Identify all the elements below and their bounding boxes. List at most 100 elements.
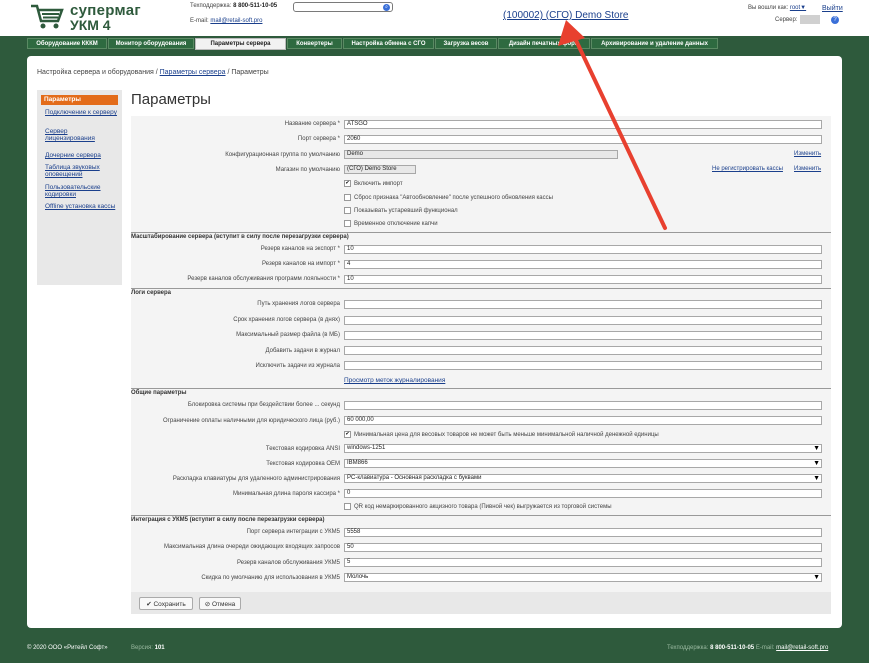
cancel-button[interactable]: ⊘ Отмена — [199, 597, 241, 610]
tab-equipment[interactable]: Оборудование КККМ — [27, 38, 107, 49]
reserve-import-input[interactable]: 4 — [344, 260, 822, 269]
params-form: Название сервера * ATSGO Порт сервера * … — [131, 116, 831, 604]
field-label: Текстовая кодировка ANSI — [265, 446, 340, 452]
encoding-oem-select[interactable]: IBM866 — [344, 459, 822, 468]
user-menu[interactable]: root▼ — [790, 5, 806, 11]
section-ukm5: Интеграция с УКМ5 (вступит в силу после … — [131, 515, 831, 523]
field-label: Магазин по умолчанию — [275, 167, 340, 173]
field-label: Резерв каналов обслуживания программ лоя… — [187, 276, 340, 282]
field-label: Раскладка клавиатуры для удаленного адми… — [172, 476, 340, 482]
sidebar-item-connection[interactable]: Подключение к серверу — [45, 109, 117, 116]
tab-monitor[interactable]: Монитор оборудования — [108, 38, 194, 49]
sidebar-item-params[interactable]: Параметры — [41, 95, 118, 105]
field-label: Резерв каналов на импорт * — [262, 261, 340, 267]
breadcrumb-parent[interactable]: Параметры сервера — [160, 69, 226, 76]
server-select[interactable] — [800, 15, 820, 24]
enable-import-checkbox[interactable]: ✔ Включить импорт — [344, 180, 403, 187]
logo-subtitle: УКМ 4 — [70, 17, 111, 33]
log-size-input[interactable] — [344, 331, 822, 340]
field-label: Срок хранения логов сервера (в днях) — [233, 317, 340, 323]
cash-limit-input[interactable]: 60 000,00 — [344, 416, 822, 425]
footer-email-link[interactable]: mail@retail-soft.pro — [776, 645, 828, 651]
footer-support: Техподдержка: 8 800-511-10-05 E-mail: ma… — [667, 645, 829, 651]
email-link[interactable]: mail@retail-soft.pro — [210, 18, 262, 24]
section-common: Общие параметры — [131, 388, 831, 396]
main-panel: Настройка сервера и оборудования / Парам… — [27, 56, 842, 628]
reserve-export-input[interactable]: 10 — [344, 245, 822, 254]
field-label: Максимальный размер файла (в МБ) — [236, 332, 340, 338]
keyboard-layout-select[interactable]: PC-клавиатура - Основная раскладка с бук… — [344, 474, 822, 483]
help-icon[interactable]: ? — [831, 16, 839, 24]
store-link[interactable]: (100002) (СГО) Demo Store — [503, 10, 628, 21]
field-label: Максимальная длина очереди ожидающих вхо… — [163, 544, 340, 550]
support-info: Техподдержка: 8 800-511-10-05 — [190, 3, 278, 9]
breadcrumb: Настройка сервера и оборудования / Парам… — [37, 69, 269, 76]
autoupdate-reset-checkbox[interactable]: Сброс признака "Автообновление" после ус… — [344, 194, 553, 201]
field-label: Конфигурационная группа по умолчанию — [225, 152, 340, 158]
email-info: E-mail: mail@retail-soft.pro — [190, 18, 263, 24]
field-label: Исключить задачи из журнала — [255, 363, 340, 369]
disable-captcha-checkbox[interactable]: Временное отключение капчи — [344, 220, 438, 227]
lock-idle-input[interactable] — [344, 401, 822, 410]
min-price-checkbox[interactable]: ✔ Минимальная цена для весовых товаров не… — [344, 431, 659, 438]
sidebar-item-license-server[interactable]: Сервер лицензирования — [45, 128, 117, 142]
tab-converters[interactable]: Конвертеры — [287, 38, 342, 49]
qr-code-checkbox[interactable]: QR код немаркированного акцизного товара… — [344, 503, 612, 510]
field-label: Путь хранения логов сервера — [257, 301, 340, 307]
no-register-link[interactable]: Не регистрировать кассы — [712, 166, 783, 172]
tab-sgo-exchange[interactable]: Настройка обмена с СГО — [343, 38, 434, 49]
log-exclude-input[interactable] — [344, 361, 822, 370]
search-input[interactable]: ⌕ — [293, 2, 393, 12]
field-label: Ограничение оплаты наличными для юридиче… — [163, 418, 340, 424]
show-legacy-checkbox[interactable]: Показывать устаревший функционал — [344, 207, 458, 214]
sidebar: Параметры Подключение к серверу Сервер л… — [37, 90, 122, 285]
ukm5-port-input[interactable]: 5558 — [344, 528, 822, 537]
tab-scales[interactable]: Загрузка весов — [435, 38, 497, 49]
min-password-input[interactable]: 0 — [344, 489, 822, 498]
ukm5-channels-input[interactable]: 5 — [344, 558, 822, 567]
tab-print-design[interactable]: Дизайн печатных форм — [498, 38, 590, 49]
log-days-input[interactable] — [344, 316, 822, 325]
section-logs: Логи сервера — [131, 288, 831, 296]
config-group-change-link[interactable]: Изменить — [794, 151, 821, 157]
server-port-input[interactable]: 2060 — [344, 135, 822, 144]
field-label: Резерв каналов на экспорт * — [260, 246, 340, 252]
field-label: Скидка по умолчанию для использования в … — [201, 575, 340, 581]
field-label: Порт сервера интеграции с УКМ5 — [246, 529, 340, 535]
login-info: Вы вошли как: root▼ — [748, 5, 807, 11]
section-scaling: Масштабирование сервера (вступит в силу … — [131, 232, 831, 240]
field-label: Название сервера * — [284, 121, 340, 127]
log-path-input[interactable] — [344, 300, 822, 309]
cart-logo-icon — [31, 4, 64, 29]
footer-version: Версия: 101 — [131, 645, 165, 651]
log-add-input[interactable] — [344, 346, 822, 355]
tab-server-params[interactable]: Параметры сервера — [195, 38, 286, 50]
sidebar-item-child-servers[interactable]: Дочерние сервера — [45, 152, 117, 159]
save-button[interactable]: ✔ Сохранить — [139, 597, 193, 610]
tab-archiving[interactable]: Архивирование и удаление данных — [591, 38, 718, 49]
ukm5-discount-select[interactable]: Молочь — [344, 573, 822, 582]
server-label: Сервер: — [775, 17, 798, 23]
log-tags-link[interactable]: Просмотр меток журналирования — [344, 377, 445, 384]
footer-copyright: © 2020 ООО «Ритейл Софт» — [27, 645, 108, 651]
encoding-ansi-select[interactable]: windows-1251 — [344, 444, 822, 453]
store-default-field: (СГО) Demo Store — [344, 165, 416, 174]
sidebar-item-custom-encodings[interactable]: Пользовательские кодировки — [45, 184, 117, 198]
config-group-field: Demo — [344, 150, 618, 159]
search-icon[interactable]: ⌕ — [383, 4, 390, 11]
reserve-loyalty-input[interactable]: 10 — [344, 275, 822, 284]
header: супермаг УКМ 4 Техподдержка: 8 800-511-1… — [0, 0, 869, 36]
main-nav: Оборудование КККМ Монитор оборудования П… — [0, 36, 869, 50]
ukm5-queue-input[interactable]: 50 — [344, 543, 822, 552]
sidebar-item-sound-alerts[interactable]: Таблица звуковых оповещений — [45, 164, 117, 178]
cancel-icon: ⊘ — [204, 601, 212, 608]
sidebar-item-offline-install[interactable]: Offline установка кассы — [45, 203, 117, 210]
field-label: Резерв каналов обслуживания УКМ5 — [237, 560, 340, 566]
server-name-input[interactable]: ATSGO — [344, 120, 822, 129]
logout-link[interactable]: Выйти — [822, 5, 843, 12]
page-title: Параметры — [131, 91, 211, 108]
button-bar: ✔ Сохранить ⊘ Отмена — [131, 592, 831, 614]
store-change-link[interactable]: Изменить — [794, 166, 821, 172]
field-label: Добавить задачи в журнал — [265, 348, 340, 354]
breadcrumb-root: Настройка сервера и оборудования — [37, 69, 154, 76]
